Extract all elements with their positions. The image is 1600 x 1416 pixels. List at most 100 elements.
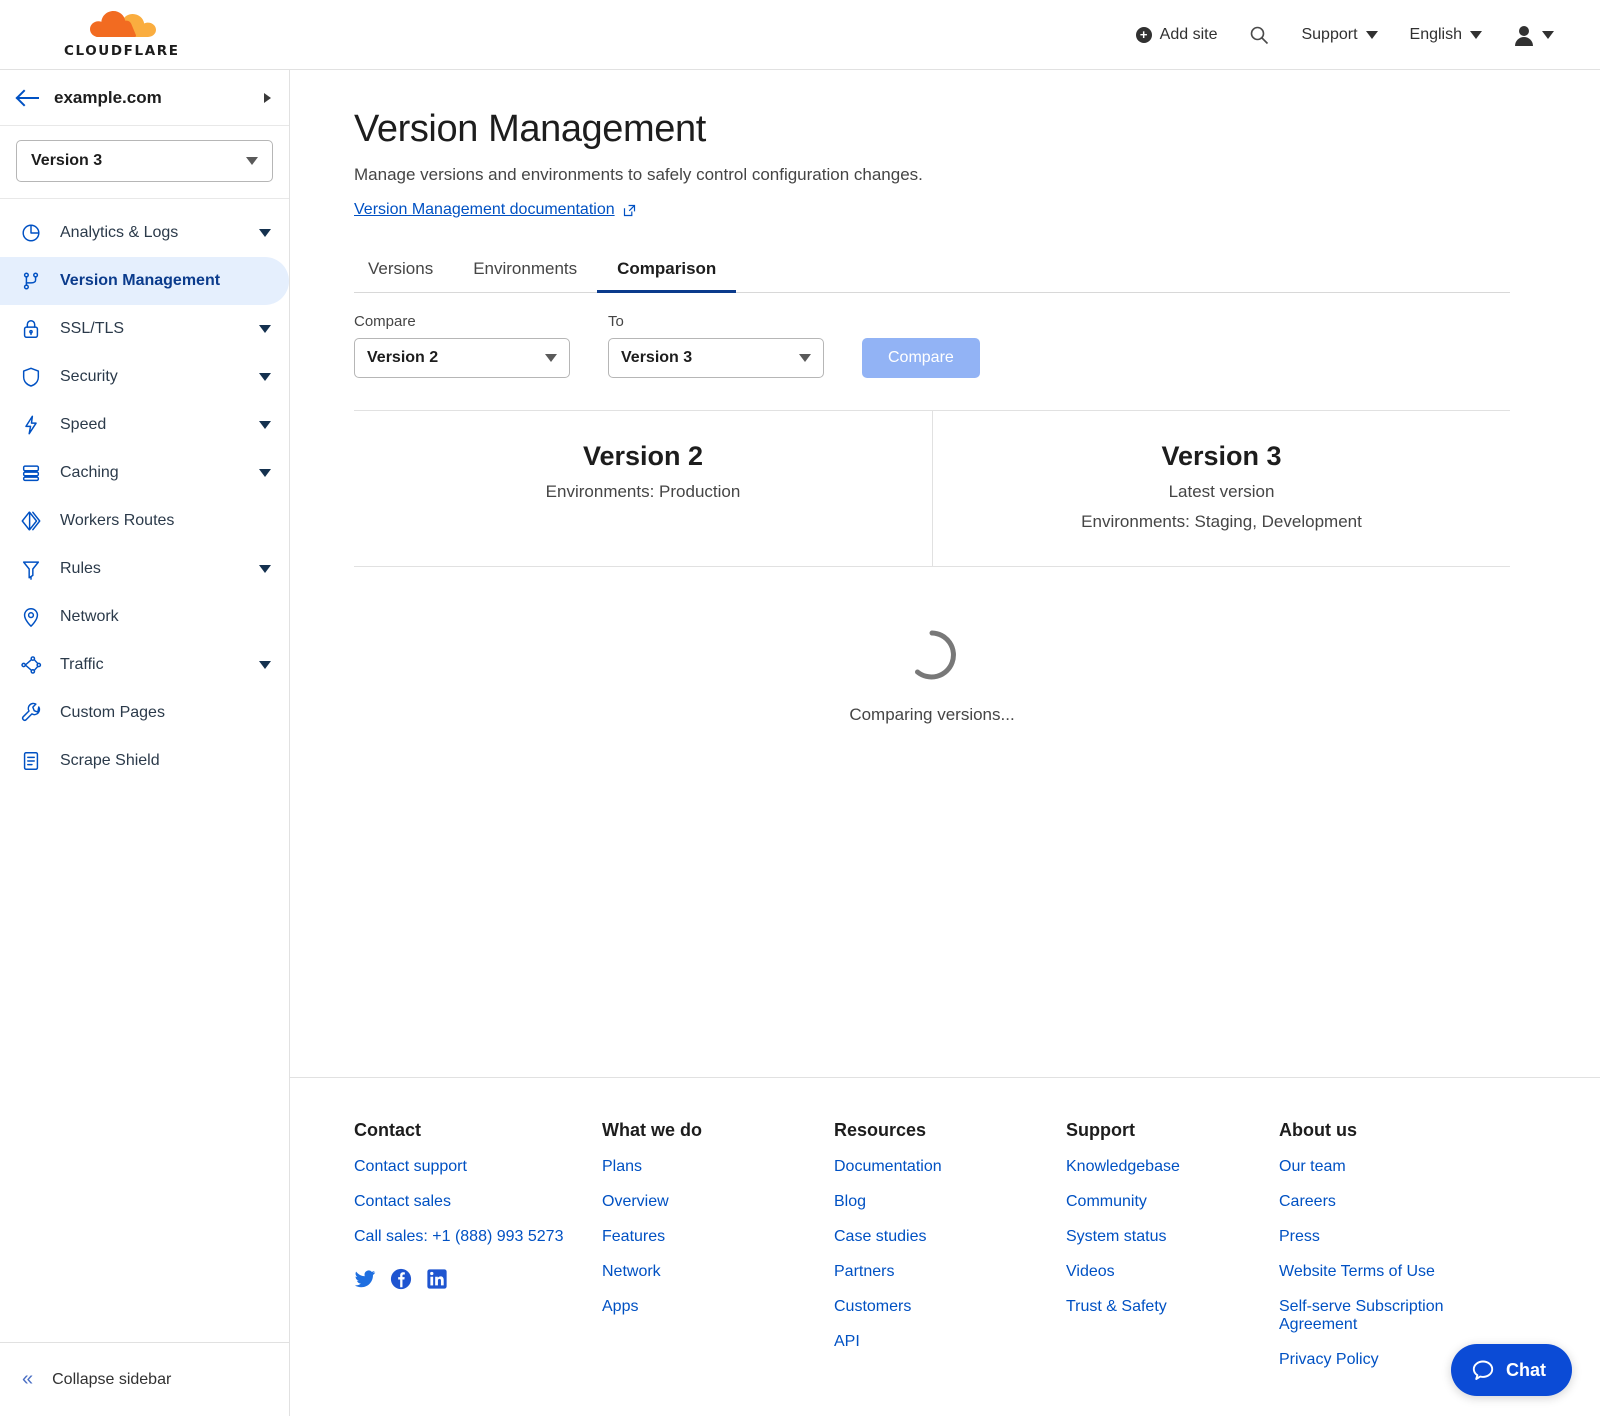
- top-navigation-bar: CLOUDFLARE + Add site Support English: [0, 0, 1600, 70]
- chevron-down-icon[interactable]: [259, 229, 271, 237]
- footer-link[interactable]: System status: [1066, 1228, 1263, 1246]
- footer-link[interactable]: Overview: [602, 1193, 818, 1211]
- footer-link[interactable]: Community: [1066, 1193, 1263, 1211]
- collapse-sidebar-button[interactable]: « Collapse sidebar: [0, 1342, 289, 1416]
- chevron-down-icon: [545, 354, 557, 362]
- footer-link[interactable]: Apps: [602, 1298, 818, 1316]
- compare-version-select[interactable]: Version 2: [354, 338, 570, 378]
- sidebar-item-ssl-tls[interactable]: SSL/TLS: [0, 305, 289, 353]
- footer-link[interactable]: Website Terms of Use: [1279, 1263, 1483, 1281]
- chevron-down-icon[interactable]: [259, 325, 271, 333]
- sidebar-item-security[interactable]: Security: [0, 353, 289, 401]
- back-arrow-icon[interactable]: [18, 89, 40, 107]
- user-avatar-icon: [1514, 25, 1534, 46]
- loading-area: Comparing versions...: [354, 567, 1510, 725]
- sidebar-item-analytics-logs[interactable]: Analytics & Logs: [0, 209, 289, 257]
- page-body: example.com Version 3 Analytics & Logs Ve…: [0, 70, 1600, 1416]
- main-content: Version Management Manage versions and e…: [290, 70, 1600, 1416]
- add-site-button[interactable]: + Add site: [1120, 18, 1234, 52]
- footer-link[interactable]: Press: [1279, 1228, 1483, 1246]
- sidebar-item-traffic[interactable]: Traffic: [0, 641, 289, 689]
- app-root: CLOUDFLARE + Add site Support English ex…: [0, 0, 1600, 1416]
- footer-link[interactable]: Our team: [1279, 1158, 1483, 1176]
- footer-column-contact: Contact Contact support Contact sales Call …: [354, 1120, 602, 1386]
- documentation-link[interactable]: Version Management documentation: [354, 201, 636, 219]
- chevron-down-icon[interactable]: [259, 661, 271, 669]
- footer-column-what-we-do: What we do Plans Overview Features Network Ap…: [602, 1120, 834, 1386]
- footer-link[interactable]: Case studies: [834, 1228, 1050, 1246]
- footer-link[interactable]: Documentation: [834, 1158, 1050, 1176]
- language-label: English: [1409, 25, 1462, 43]
- support-menu[interactable]: Support: [1285, 18, 1393, 52]
- sidebar-item-scrape-shield[interactable]: Scrape Shield: [0, 737, 289, 785]
- footer-link[interactable]: Network: [602, 1263, 818, 1281]
- tab-environments[interactable]: Environments: [453, 259, 597, 293]
- footer-link[interactable]: Contact sales: [354, 1193, 586, 1211]
- to-version-select[interactable]: Version 3: [608, 338, 824, 378]
- sidebar-item-workers-routes[interactable]: Workers Routes: [0, 497, 289, 545]
- git-branch-icon: [18, 270, 44, 292]
- comparison-panel: Version 2 Environments: Production: [354, 411, 932, 566]
- compare-button[interactable]: Compare: [862, 338, 980, 378]
- cloudflare-cloud-icon: [86, 10, 158, 41]
- support-label: Support: [1301, 25, 1358, 43]
- sidebar-item-caching[interactable]: Caching: [0, 449, 289, 497]
- footer-link[interactable]: Trust & Safety: [1066, 1298, 1263, 1316]
- footer-link[interactable]: Blog: [834, 1193, 1050, 1211]
- tab-bar: Versions Environments Comparison: [354, 259, 1510, 293]
- comparison-panel-title: Version 3: [1161, 441, 1282, 471]
- footer-column-heading: Contact: [354, 1120, 421, 1140]
- cloudflare-wordmark: CLOUDFLARE: [64, 42, 180, 59]
- footer-link[interactable]: Self-serve Subscription Agreement: [1279, 1298, 1483, 1334]
- footer-link[interactable]: Partners: [834, 1263, 1050, 1281]
- spinner-icon: [904, 627, 960, 683]
- sidebar-item-rules[interactable]: Rules: [0, 545, 289, 593]
- sidebar-item-label: Analytics & Logs: [60, 224, 179, 241]
- sidebar-domain-row[interactable]: example.com: [0, 70, 289, 126]
- footer-link[interactable]: Videos: [1066, 1263, 1263, 1281]
- map-pin-icon: [18, 606, 44, 628]
- version-select[interactable]: Version 3: [16, 140, 273, 182]
- sidebar-item-custom-pages[interactable]: Custom Pages: [0, 689, 289, 737]
- twitter-icon[interactable]: [354, 1268, 376, 1295]
- account-menu[interactable]: [1498, 17, 1570, 53]
- footer-link[interactable]: Knowledgebase: [1066, 1158, 1263, 1176]
- chevron-down-icon[interactable]: [259, 565, 271, 573]
- compare-field: Compare Version 2: [354, 313, 570, 378]
- workers-diamond-icon: [18, 510, 44, 532]
- footer-link[interactable]: Careers: [1279, 1193, 1483, 1211]
- footer-link[interactable]: Customers: [834, 1298, 1050, 1316]
- main-inner: Version Management Manage versions and e…: [290, 70, 1600, 1077]
- chevron-right-icon[interactable]: [264, 92, 271, 103]
- sidebar-item-version-management[interactable]: Version Management: [0, 257, 289, 305]
- cloudflare-logo[interactable]: CLOUDFLARE: [64, 10, 180, 59]
- lightning-bolt-icon: [18, 414, 44, 436]
- sidebar-nav-list: Analytics & Logs Version Management SSL/TL…: [0, 199, 289, 1342]
- footer-link[interactable]: Plans: [602, 1158, 818, 1176]
- comparison-panel-environments: Environments: Production: [545, 482, 741, 501]
- chevron-down-icon: [799, 354, 811, 362]
- double-chevron-left-icon: «: [22, 1368, 33, 1390]
- language-menu[interactable]: English: [1394, 18, 1498, 52]
- footer-link[interactable]: API: [834, 1333, 1050, 1351]
- chevron-down-icon[interactable]: [259, 373, 271, 381]
- footer-link[interactable]: Call sales: +1 (888) 993 5273: [354, 1228, 586, 1246]
- sidebar-item-label: SSL/TLS: [60, 320, 125, 337]
- sidebar-domain-name: example.com: [54, 87, 162, 107]
- chevron-down-icon[interactable]: [259, 469, 271, 477]
- shield-icon: [18, 366, 44, 388]
- page-title: Version Management: [354, 108, 706, 150]
- linkedin-icon[interactable]: [426, 1268, 448, 1295]
- chat-button[interactable]: Chat: [1451, 1344, 1572, 1396]
- sidebar-item-network[interactable]: Network: [0, 593, 289, 641]
- sidebar-item-speed[interactable]: Speed: [0, 401, 289, 449]
- tab-comparison[interactable]: Comparison: [597, 259, 737, 293]
- chevron-down-icon[interactable]: [259, 421, 271, 429]
- facebook-icon[interactable]: [390, 1268, 412, 1295]
- footer-link[interactable]: Contact support: [354, 1158, 586, 1176]
- footer-link[interactable]: Features: [602, 1228, 818, 1246]
- compare-version-value: Version 2: [367, 349, 439, 366]
- page-subtitle: Manage versions and environments to safe…: [354, 165, 923, 184]
- search-button[interactable]: [1233, 17, 1285, 53]
- tab-versions[interactable]: Versions: [354, 259, 453, 293]
